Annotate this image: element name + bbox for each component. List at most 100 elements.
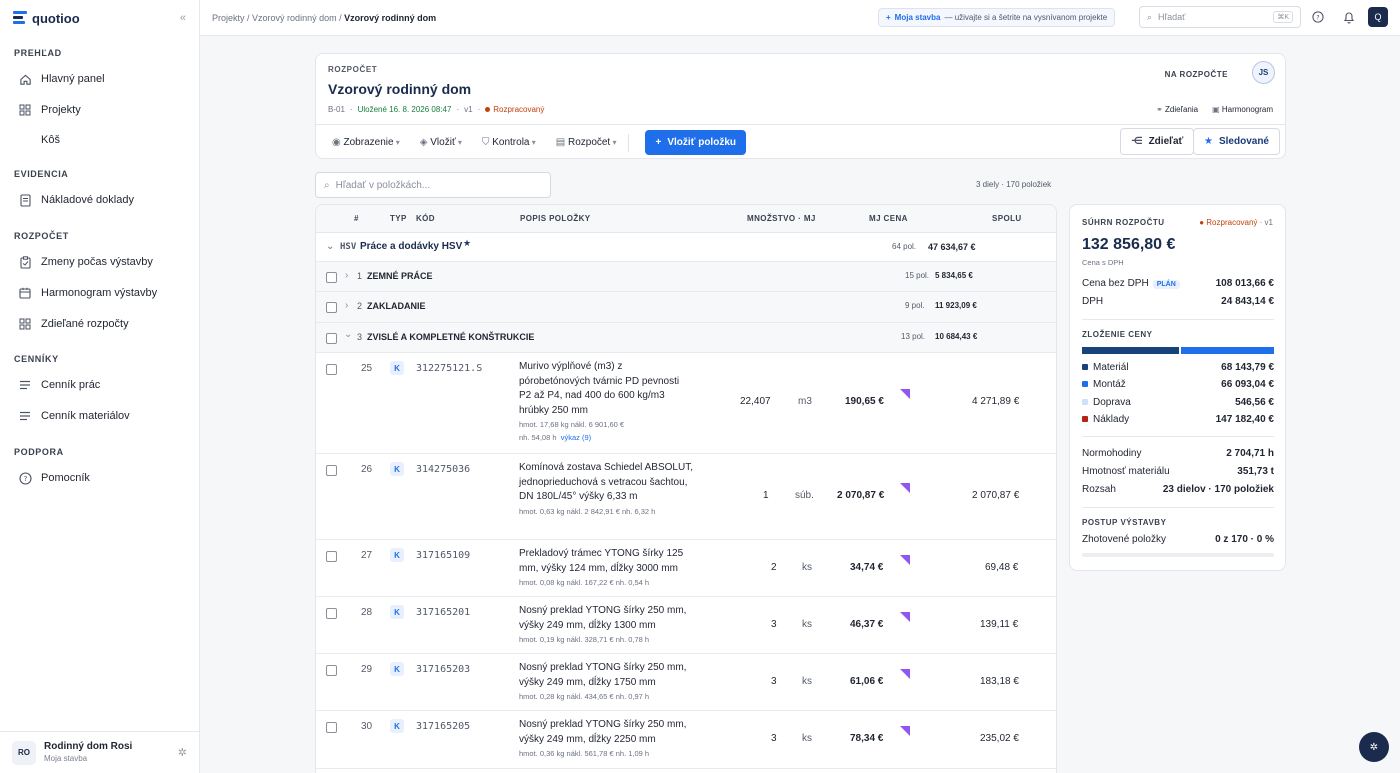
add-item-button[interactable]: + Vložiť položku [645,130,746,155]
chevron-right-icon[interactable]: › [345,270,348,281]
item-description: Nosný preklad YTONG šírky 250 mm, výšky … [519,604,691,646]
row-checkbox[interactable] [326,722,337,733]
sidebar-item-shared-budgets[interactable]: Zdieľané rozpočty [0,311,199,337]
row-checkbox[interactable] [326,333,337,344]
section-count: 9 pol. [905,301,925,310]
view-menu[interactable]: ◉ Zobrazenie [332,137,400,148]
table-row[interactable]: 29 K 317165203 Nosný preklad YTONG šírky… [316,654,1056,711]
flag-icon[interactable] [900,555,910,565]
section-row[interactable]: › 2 ZAKLADANIE 9 pol. 11 923,09 € [316,292,1056,323]
item-unit: m3 [798,396,812,407]
item-code: 312275121.S [416,363,483,374]
budget-meta: B-01 · Uložené 16. 8. 2026 08:47 · v1 · Roz… [328,105,545,114]
table-row[interactable]: 25 K 312275121.S Murivo výplňové (m3) z … [316,353,1056,454]
budget-menu[interactable]: ▤ Rozpočet [556,137,617,148]
schedule-link[interactable]: ▣ Harmonogram [1212,105,1273,114]
bell-icon[interactable] [1342,10,1356,24]
row-checkbox[interactable] [326,551,337,562]
promo-text: — uživajte si a šetrite na vysnívanom pr… [944,13,1108,22]
sidebar-item-dashboard[interactable]: Hlavný panel [0,66,199,92]
flag-icon[interactable] [900,389,910,399]
section-row[interactable]: ⌄ 3 ZVISLÉ A KOMPLETNÉ KONŠTRUKCIE 13 po… [316,323,1056,353]
sidebar-item-trash[interactable]: Kôš [0,127,199,153]
follow-button[interactable]: ★ Sledované [1193,128,1280,155]
flag-icon[interactable] [900,612,910,622]
measurement-link[interactable]: výkaz (9) [561,433,591,442]
section-number: 2 [357,301,363,311]
row-checkbox[interactable] [326,608,337,619]
row-checkbox[interactable] [326,364,337,375]
shares-link[interactable]: ⚭ Zdieľania [1156,105,1198,114]
item-code: 317165205 [416,721,471,732]
table-row[interactable]: 27 K 317165109 Prekladový trámec YTONG š… [316,540,1056,597]
section-title-podpora: PODPORA [14,447,64,457]
table-row[interactable]: 26 K 314275036 Komínová zostava Schiedel… [316,454,1056,540]
item-meta-2: nh. 54,08 h výkaz (9) [519,433,592,442]
breadcrumb-item[interactable]: Projekty [212,13,245,23]
promo-title: Moja stavba [894,13,941,22]
file-icon: ▤ [555,137,568,148]
row-checkbox[interactable] [326,665,337,676]
stat-row: Normohodiny 2 704,71 h [1082,448,1274,459]
flag-icon[interactable] [900,483,910,493]
chevron-right-icon[interactable]: › [345,300,348,311]
breadcrumb-item[interactable]: Vzorový rodinný dom [252,13,337,23]
composition-segment [1082,347,1179,354]
composition-row-transport: Doprava 546,56 € [1082,397,1274,408]
flag-icon[interactable] [900,669,910,679]
breadcrumb: Projekty / Vzorový rodinný dom / Vzorový… [212,12,437,23]
row-checkbox[interactable] [326,302,337,313]
check-menu[interactable]: ⛉ Kontrola [482,137,536,148]
table-row[interactable]: 30 K 317165205 Nosný preklad YTONG šírky… [316,711,1056,769]
chevron-down-icon[interactable]: ⌄ [344,329,352,340]
sidebar-item-cost-documents[interactable]: Nákladové doklady [0,187,199,213]
account-avatar[interactable]: Q [1368,7,1388,27]
global-search[interactable]: ⌕ Hľadať ⌘K [1139,6,1301,28]
row-checkbox[interactable] [326,465,337,476]
row-checkbox[interactable] [326,272,337,283]
item-code: 317165109 [416,550,471,561]
composition-row-costs: Náklady 147 182,40 € [1082,414,1274,425]
row-number: 27 [361,550,373,561]
item-unit-price: 78,34 € [850,733,884,744]
section-row[interactable]: › 1 ZEMNÉ PRÁCE 15 pol. 5 834,65 € [316,262,1056,292]
col-type: TYP [390,214,407,223]
items-search-input[interactable]: ⌕ Hľadať v položkách... [315,172,551,198]
user-switcher[interactable]: RO Rodinný dom Rosi Moja stavba ✲ [0,731,199,773]
settings-icon[interactable]: ✲ [178,746,187,759]
owner-avatar[interactable]: JS [1252,61,1275,84]
item-unit-price: 190,65 € [845,396,884,407]
row-number: 25 [361,363,373,374]
share-button[interactable]: ⋲ Zdieľať [1120,128,1195,155]
chevron-down-icon[interactable]: ⌄ [326,241,334,252]
sidebar-item-material-prices[interactable]: Cenník materiálov [0,403,199,429]
col-desc: POPIS POLOŽKY [520,214,591,223]
table-row[interactable]: 28 K 317165201 Nosný preklad YTONG šírky… [316,597,1056,654]
sidebar-item-schedule[interactable]: Harmonogram výstavby [0,280,199,306]
header-kicker: ROZPOČET [328,65,378,74]
flag-icon[interactable] [900,726,910,736]
assistant-fab[interactable]: ✲ [1359,732,1389,762]
sidebar-item-label: Projekty [41,104,81,116]
clipboard-icon [18,255,32,269]
sidebar-item-changes[interactable]: Zmeny počas výstavby [0,249,199,275]
row-number: 30 [361,721,373,732]
item-unit-price: 61,06 € [850,676,884,687]
promo-banner[interactable]: + Moja stavba — uživajte si a šetrite na… [878,8,1116,27]
item-meta: hmot. 17,68 kg nákl. 6 901,60 € [519,420,625,429]
insert-menu[interactable]: ◈ Vložiť [420,137,462,148]
group-total: 47 634,67 € [928,242,976,252]
net-price-row: Cena bez DPH PLÁN 108 013,66 € [1082,278,1274,289]
sidebar-item-labor-prices[interactable]: Cenník prác [0,372,199,398]
item-quantity: 3 [771,676,777,687]
sidebar-item-label: Cenník prác [41,379,101,391]
sidebar-item-label: Zmeny počas výstavby [41,256,153,268]
budget-code: B-01 [328,105,345,114]
composition-row-material: Materiál 68 143,79 € [1082,362,1274,373]
sidebar-item-projects[interactable]: Projekty [0,97,199,123]
group-row[interactable]: ⌄ HSV Práce a dodávky HSV ★ 64 pol. 47 6… [316,233,1056,262]
sidebar-item-help[interactable]: ? Pomocník [0,465,199,491]
divider [1082,436,1274,437]
help-icon[interactable]: ? [1311,10,1325,24]
collapse-sidebar-icon[interactable]: « [180,12,186,24]
